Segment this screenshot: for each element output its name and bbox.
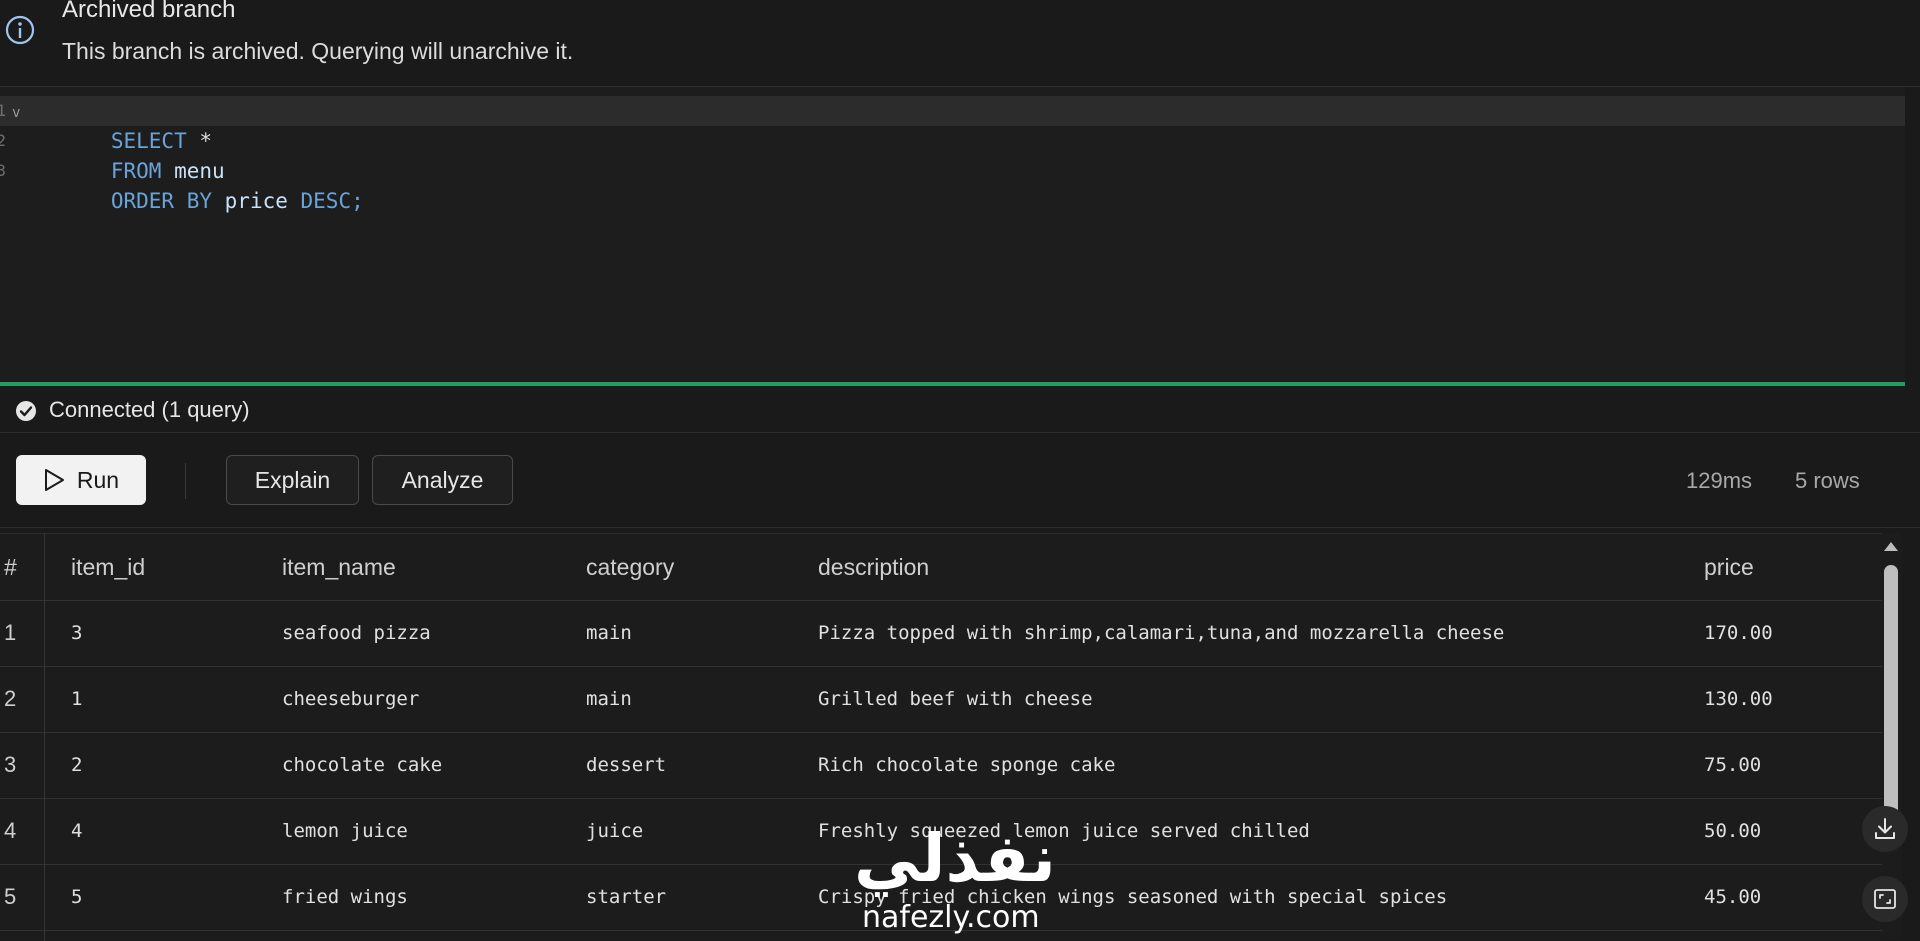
results-table: # item_id item_name category description… — [0, 533, 1882, 941]
run-label: Run — [76, 466, 120, 493]
table-row[interactable]: 4 4 lemon juice juice Freshly squeezed l… — [0, 798, 1882, 865]
code-text: ORDER BY price DESC; — [110, 189, 364, 213]
check-circle-icon — [16, 401, 36, 421]
banner-title: Archived branch — [62, 0, 236, 23]
table-cell[interactable]: dessert — [586, 732, 666, 798]
table-row[interactable]: 3 2 chocolate cake dessert Rich chocolat… — [0, 732, 1882, 799]
table-cell[interactable]: main — [586, 600, 632, 666]
table-cell[interactable]: 170.00 — [1704, 600, 1773, 666]
table-cell[interactable]: starter — [586, 864, 666, 930]
table-cell[interactable]: Freshly squeezed lemon juice served chil… — [818, 798, 1310, 864]
play-icon — [44, 469, 64, 491]
explain-button[interactable]: Explain — [226, 455, 359, 505]
download-results-button[interactable] — [1862, 806, 1908, 852]
table-cell[interactable]: fried wings — [282, 864, 408, 930]
table-cell[interactable]: Pizza topped with shrimp,calamari,tuna,a… — [818, 600, 1504, 666]
table-cell[interactable]: seafood pizza — [282, 600, 431, 666]
analyze-label: Analyze — [401, 466, 484, 493]
table-cell[interactable]: chocolate cake — [282, 732, 442, 798]
table-cell[interactable]: juice — [586, 798, 643, 864]
table-cell[interactable]: 4 — [71, 798, 82, 864]
table-cell[interactable]: Grilled beef with cheese — [818, 666, 1093, 732]
line-number: 1 — [0, 101, 6, 120]
table-cell[interactable]: lemon juice — [282, 798, 408, 864]
column-header[interactable]: # — [4, 534, 17, 600]
table-row[interactable]: 5 5 fried wings starter Crispy fried chi… — [0, 864, 1882, 931]
connection-status: Connected (1 query) — [0, 386, 1920, 433]
table-cell[interactable]: Crispy fried chicken wings seasoned with… — [818, 864, 1447, 930]
table-row[interactable]: 2 1 cheeseburger main Grilled beef with … — [0, 666, 1882, 733]
table-cell[interactable]: Rich chocolate sponge cake — [818, 732, 1115, 798]
row-count: 5 rows — [1795, 468, 1860, 493]
row-number: 2 — [4, 686, 17, 711]
table-cell[interactable]: 75.00 — [1704, 732, 1761, 798]
query-toolbar: Run Explain Analyze 129ms 5 rows — [0, 433, 1920, 528]
table-cell[interactable]: 130.00 — [1704, 666, 1773, 732]
expand-results-button[interactable] — [1862, 876, 1908, 922]
row-number: 1 — [4, 620, 17, 645]
code-line-1[interactable]: 1 v SELECT * — [0, 96, 1905, 153]
info-icon — [5, 15, 35, 45]
line-number: 3 — [0, 161, 6, 180]
scroll-up-arrow-icon[interactable] — [1884, 542, 1898, 551]
query-duration: 129ms — [1686, 468, 1753, 493]
archived-banner: Archived branch This branch is archived.… — [0, 0, 1920, 87]
table-header: # item_id item_name category description… — [0, 534, 1882, 601]
table-cell[interactable]: 1 — [71, 666, 82, 732]
line-number: 2 — [0, 131, 6, 150]
table-cell[interactable]: 5 — [71, 864, 82, 930]
banner-message: This branch is archived. Querying will u… — [62, 38, 574, 64]
row-number: 4 — [4, 818, 17, 843]
explain-label: Explain — [254, 466, 331, 493]
column-header[interactable]: item_id — [71, 534, 145, 600]
run-button[interactable]: Run — [16, 455, 146, 505]
table-cell[interactable]: 45.00 — [1704, 864, 1761, 930]
toolbar-separator — [185, 463, 186, 499]
status-text: Connected (1 query) — [49, 397, 250, 422]
code-line-3[interactable]: 3 ORDER BY price DESC; — [0, 156, 1905, 213]
column-header[interactable]: item_name — [282, 534, 396, 600]
row-number: 5 — [4, 884, 17, 909]
scrollbar-thumb[interactable] — [1884, 565, 1898, 825]
table-cell[interactable]: 50.00 — [1704, 798, 1761, 864]
analyze-button[interactable]: Analyze — [372, 455, 513, 505]
column-header[interactable]: category — [586, 534, 674, 600]
download-icon — [1875, 818, 1895, 839]
table-cell[interactable]: 3 — [71, 600, 82, 666]
sql-editor[interactable]: 1 v SELECT * 2 FROM menu 3 ORDER BY pric… — [0, 87, 1905, 382]
table-cell[interactable]: main — [586, 666, 632, 732]
fold-chevron-icon[interactable]: v — [12, 98, 20, 128]
expand-icon — [1874, 889, 1896, 909]
table-row[interactable]: 1 3 seafood pizza main Pizza topped with… — [0, 600, 1882, 667]
column-header[interactable]: price — [1704, 534, 1754, 600]
row-number: 3 — [4, 752, 17, 777]
code-line-2[interactable]: 2 FROM menu — [0, 126, 1905, 183]
table-cell[interactable]: 2 — [71, 732, 82, 798]
table-cell[interactable]: cheeseburger — [282, 666, 419, 732]
column-header[interactable]: description — [818, 534, 929, 600]
